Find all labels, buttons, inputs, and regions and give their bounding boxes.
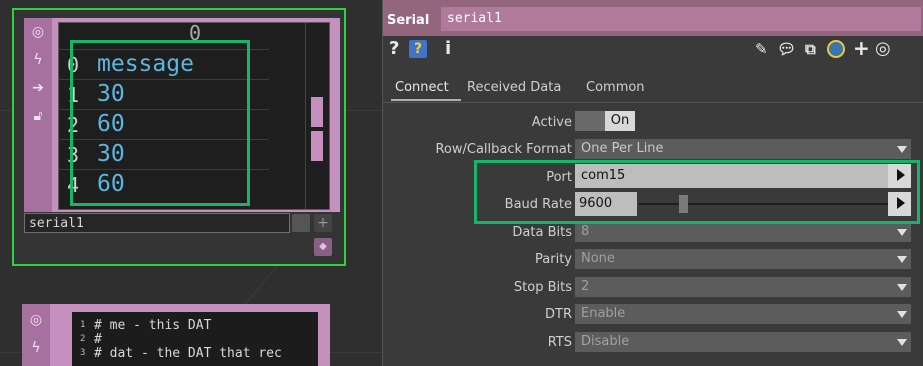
node-name-label[interactable]: serial1 (24, 213, 290, 233)
tab-common[interactable]: Common (586, 80, 645, 95)
code-line: # dat - the DAT that rec (94, 346, 282, 361)
chevron-down-icon (897, 146, 907, 153)
pencil-icon[interactable]: ✎ (755, 40, 768, 58)
dropdown-value: Disable (581, 334, 630, 349)
dropdown-value: 2 (581, 279, 590, 294)
param-label-rts: RTS (547, 335, 572, 350)
param-label-stop-bits: Stop Bits (513, 280, 572, 295)
dropdown-value: One Per Line (581, 141, 664, 156)
python-icon[interactable] (827, 40, 845, 58)
line-number: 2 (80, 334, 86, 344)
scrollbar-handle[interactable] (311, 131, 323, 161)
param-label-active: Active (531, 115, 572, 130)
param-label-data-bits: Data Bits (512, 225, 572, 240)
line-number: 3 (80, 348, 86, 358)
rts-dropdown[interactable]: Disable (575, 332, 911, 352)
highlight-box (474, 160, 920, 224)
param-label-dtr: DTR (545, 307, 572, 322)
add-button[interactable]: + (853, 36, 870, 60)
scrollbar-handle[interactable] (311, 97, 323, 127)
code-line: # (94, 332, 102, 347)
operator-type: Serial (387, 13, 430, 28)
target-icon[interactable]: ◎ (875, 38, 891, 59)
lock-icon[interactable]: 🔓︎ (28, 106, 48, 126)
viewer-toggle-button[interactable] (292, 214, 310, 232)
target-icon[interactable]: ◎ (26, 310, 46, 330)
panel-header: Serial serial1 (383, 0, 923, 36)
operator-name-field[interactable]: serial1 (441, 7, 921, 31)
callbacks-dat-node[interactable]: ◎ ϟ 1 # me - this DAT 2 # 3 # dat - the … (22, 304, 330, 366)
data-bits-dropdown[interactable]: 8 (575, 222, 911, 242)
help-question-button[interactable]: ? (389, 38, 399, 59)
code-viewer[interactable]: 1 # me - this DAT 2 # 3 # dat - the DAT … (72, 312, 318, 366)
divider (383, 102, 923, 103)
target-icon[interactable]: ◎ (28, 22, 48, 42)
line-number: 1 (80, 320, 86, 330)
code-line: # me - this DAT (94, 318, 212, 333)
panel-toolbar: ? ? i ✎ 💬︎ ⧉ + ◎ (383, 36, 923, 64)
comment-icon[interactable]: 💬︎ (777, 40, 796, 58)
chevron-down-icon (897, 339, 907, 346)
stop-bits-dropdown[interactable]: 2 (575, 277, 911, 297)
tab-connect[interactable]: Connect (395, 80, 449, 95)
highlight-box (70, 40, 250, 206)
toggle-track[interactable] (575, 111, 605, 131)
chevron-down-icon (897, 311, 907, 318)
active-toggle[interactable]: On (605, 111, 635, 131)
parity-dropdown[interactable]: None (575, 249, 911, 269)
plus-icon[interactable]: + (314, 214, 332, 232)
lightning-icon[interactable]: ϟ (26, 338, 46, 358)
clone-icon[interactable]: ⧉ (805, 40, 816, 58)
node-sidebar: ◎ ϟ (22, 304, 50, 366)
network-canvas[interactable]: ◎ ϟ ➔ 🔓︎ 0 0 message 1 30 2 60 3 30 4 60… (0, 0, 382, 366)
column-divider (305, 23, 306, 209)
dropdown-value: 8 (581, 224, 590, 239)
param-label-row-callback: Row/Callback Format (435, 142, 572, 157)
flag-icon[interactable]: ◆ (314, 238, 332, 256)
help-icon[interactable]: ? (409, 40, 427, 58)
dropdown-value: None (581, 251, 615, 266)
chevron-down-icon (897, 284, 907, 291)
chevron-down-icon (897, 256, 907, 263)
dropdown-value: Enable (581, 306, 626, 321)
tab-received-data[interactable]: Received Data (467, 80, 561, 95)
row-callback-dropdown[interactable]: One Per Line (575, 139, 911, 159)
arrow-right-icon[interactable]: ➔ (28, 78, 48, 98)
param-label-parity: Parity (535, 252, 572, 267)
active-tab-indicator (391, 99, 461, 101)
info-button[interactable]: i (445, 38, 451, 59)
node-sidebar: ◎ ϟ ➔ 🔓︎ (24, 18, 52, 212)
chevron-down-icon (897, 229, 907, 236)
lightning-icon[interactable]: ϟ (28, 50, 48, 70)
dtr-dropdown[interactable]: Enable (575, 304, 911, 324)
